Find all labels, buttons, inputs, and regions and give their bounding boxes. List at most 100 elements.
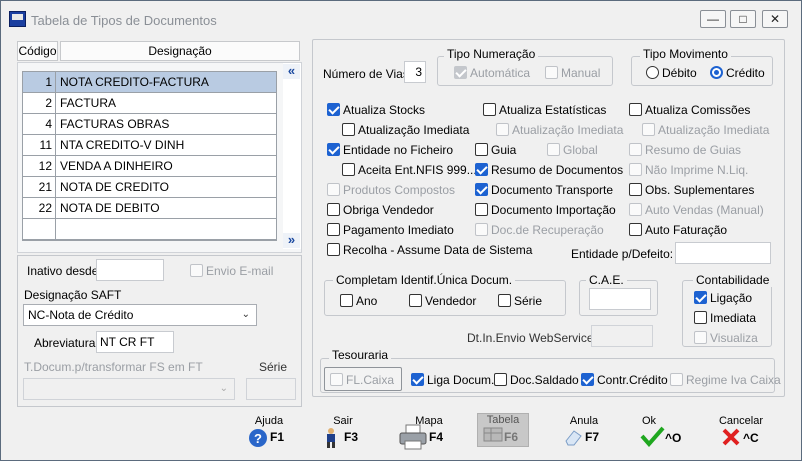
atualiza-comissoes-label: Atualiza Comissões <box>645 103 751 117</box>
table-row[interactable]: 21 NOTA DE CREDITO <box>23 177 276 198</box>
designacao-saft-select[interactable]: NC-Nota de Crédito ⌄ <box>23 304 257 326</box>
entidade-ficheiro-checkbox[interactable] <box>327 143 340 156</box>
dt-envio-input[interactable] <box>591 325 653 347</box>
aceita-ent-checkbox[interactable] <box>342 163 355 176</box>
automatica-checkbox[interactable] <box>454 66 467 79</box>
table-row[interactable]: 11 NTA CREDITO-V DINH <box>23 135 276 156</box>
close-button[interactable]: ✕ <box>762 10 788 28</box>
credito-label: Crédito <box>726 66 765 80</box>
auto-vendas-checkbox[interactable] <box>629 203 642 216</box>
chevron-down-icon: ⌄ <box>241 309 250 320</box>
table-row[interactable]: 22 NOTA DE DEBITO <box>23 198 276 219</box>
atualizacao-imediata-2-checkbox[interactable] <box>496 123 509 136</box>
ligacao-checkbox[interactable] <box>694 291 707 304</box>
visualiza-label: Visualiza <box>710 331 758 345</box>
resumo-documentos-label: Resumo de Documentos <box>491 163 624 177</box>
num-vias-input[interactable]: 3 <box>404 61 426 83</box>
entidade-defeito-input[interactable] <box>675 242 771 264</box>
atualizacao-imediata-3-checkbox[interactable] <box>642 123 655 136</box>
table-row[interactable]: 1 NOTA CREDITO-FACTURA <box>23 72 276 93</box>
atualiza-comissoes-checkbox[interactable] <box>629 103 642 116</box>
completam-title: Completam Identif.Única Docum. <box>333 273 516 287</box>
svg-text:?: ? <box>254 431 262 446</box>
resumo-documentos-checkbox[interactable] <box>475 163 488 176</box>
atualiza-estatisticas-label: Atualiza Estatísticas <box>499 103 607 117</box>
atualizacao-imediata-1-checkbox[interactable] <box>342 123 355 136</box>
abreviatura-input[interactable]: NT CR FT <box>96 331 174 353</box>
column-header-code[interactable]: Código <box>17 41 58 61</box>
guia-checkbox[interactable] <box>475 143 488 156</box>
serie-label: Série <box>259 360 288 374</box>
nao-imprime-checkbox[interactable] <box>629 163 642 176</box>
contr-credito-label: Contr.Crédito <box>597 373 668 387</box>
resumo-guias-checkbox[interactable] <box>629 143 642 156</box>
maximize-button[interactable]: □ <box>730 10 756 28</box>
mapa-button[interactable]: Mapa F4 <box>398 415 450 459</box>
doc-saldado-checkbox[interactable] <box>494 373 507 386</box>
serie-input[interactable] <box>246 378 296 400</box>
contr-credito-checkbox[interactable] <box>581 373 594 386</box>
documents-grid[interactable]: 1 NOTA CREDITO-FACTURA 2 FACTURA 4 FACTU… <box>22 71 277 241</box>
anula-button[interactable]: Anula F7 <box>559 415 609 459</box>
recolha-checkbox[interactable] <box>327 243 340 256</box>
entidade-defeito-label: Entidade p/Defeito: <box>571 247 674 261</box>
cancelar-button[interactable]: Cancelar ^C <box>715 415 767 459</box>
entidade-ficheiro-label: Entidade no Ficheiro <box>343 143 454 157</box>
fl-caixa-label: FL.Caixa <box>346 373 395 387</box>
table-row[interactable]: 4 FACTURAS OBRAS <box>23 114 276 135</box>
cae-input[interactable] <box>589 288 651 310</box>
sair-button[interactable]: Sair F3 <box>318 415 368 459</box>
table-row[interactable]: 2 FACTURA <box>23 93 276 114</box>
serie-check-label: Série <box>514 294 543 308</box>
visualiza-checkbox[interactable] <box>694 331 707 344</box>
checkmark-icon <box>640 426 665 447</box>
serie-checkbox[interactable] <box>498 294 511 307</box>
atualiza-stocks-label: Atualiza Stocks <box>343 103 426 117</box>
table-row[interactable]: 12 VENDA A DINHEIRO <box>23 156 276 177</box>
chevron-first-icon[interactable]: « <box>283 64 300 79</box>
tabela-button[interactable]: Tabela F6 <box>477 413 529 447</box>
chevron-last-icon[interactable]: » <box>283 233 300 248</box>
contabilidade-title: Contabilidade <box>693 273 773 287</box>
doc-saldado-label: Doc.Saldado <box>510 373 579 387</box>
atualiza-estatisticas-checkbox[interactable] <box>483 103 496 116</box>
auto-vendas-label: Auto Vendas (Manual) <box>645 203 764 217</box>
ano-label: Ano <box>356 294 378 308</box>
produtos-compostos-checkbox[interactable] <box>327 183 340 196</box>
imediata-label: Imediata <box>710 311 757 325</box>
doc-recuperacao-checkbox[interactable] <box>475 223 488 236</box>
atualizacao-imediata-2-label: Atualização Imediata <box>512 123 624 137</box>
manual-checkbox[interactable] <box>545 66 558 79</box>
minimize-button[interactable]: — <box>700 10 726 28</box>
table-row[interactable] <box>23 219 276 240</box>
documento-importacao-checkbox[interactable] <box>475 203 488 216</box>
grid-scrollbar[interactable]: « » <box>283 63 301 249</box>
vendedor-checkbox[interactable] <box>409 294 422 307</box>
ajuda-button[interactable]: Ajuda ? F1 <box>244 415 294 459</box>
global-checkbox[interactable] <box>547 143 560 156</box>
cancel-x-icon <box>722 428 740 446</box>
designacao-saft-label: Designação SAFT <box>24 288 122 302</box>
fl-caixa-checkbox[interactable] <box>330 373 343 386</box>
atualizacao-imediata-3-label: Atualização Imediata <box>658 123 770 137</box>
transformar-select[interactable]: ⌄ <box>23 378 235 400</box>
obs-suplementares-checkbox[interactable] <box>629 183 642 196</box>
app-icon <box>9 11 26 27</box>
imediata-checkbox[interactable] <box>694 311 707 324</box>
debito-radio[interactable] <box>646 66 659 79</box>
documento-transporte-checkbox[interactable] <box>475 183 488 196</box>
auto-faturacao-checkbox[interactable] <box>629 223 642 236</box>
inativo-input[interactable] <box>96 259 164 281</box>
obriga-vendedor-checkbox[interactable] <box>327 203 340 216</box>
liga-docum-checkbox[interactable] <box>411 373 424 386</box>
column-header-designation[interactable]: Designação <box>60 41 300 61</box>
atualiza-stocks-checkbox[interactable] <box>327 103 340 116</box>
obriga-vendedor-label: Obriga Vendedor <box>343 203 434 217</box>
envio-email-checkbox[interactable] <box>190 264 203 277</box>
pagamento-imediato-checkbox[interactable] <box>327 223 340 236</box>
ano-checkbox[interactable] <box>340 294 353 307</box>
regime-iva-checkbox[interactable] <box>670 373 683 386</box>
credito-radio[interactable] <box>710 66 723 79</box>
ok-button[interactable]: Ok ^O <box>637 415 687 459</box>
recolha-label: Recolha - Assume Data de Sistema <box>343 243 533 257</box>
